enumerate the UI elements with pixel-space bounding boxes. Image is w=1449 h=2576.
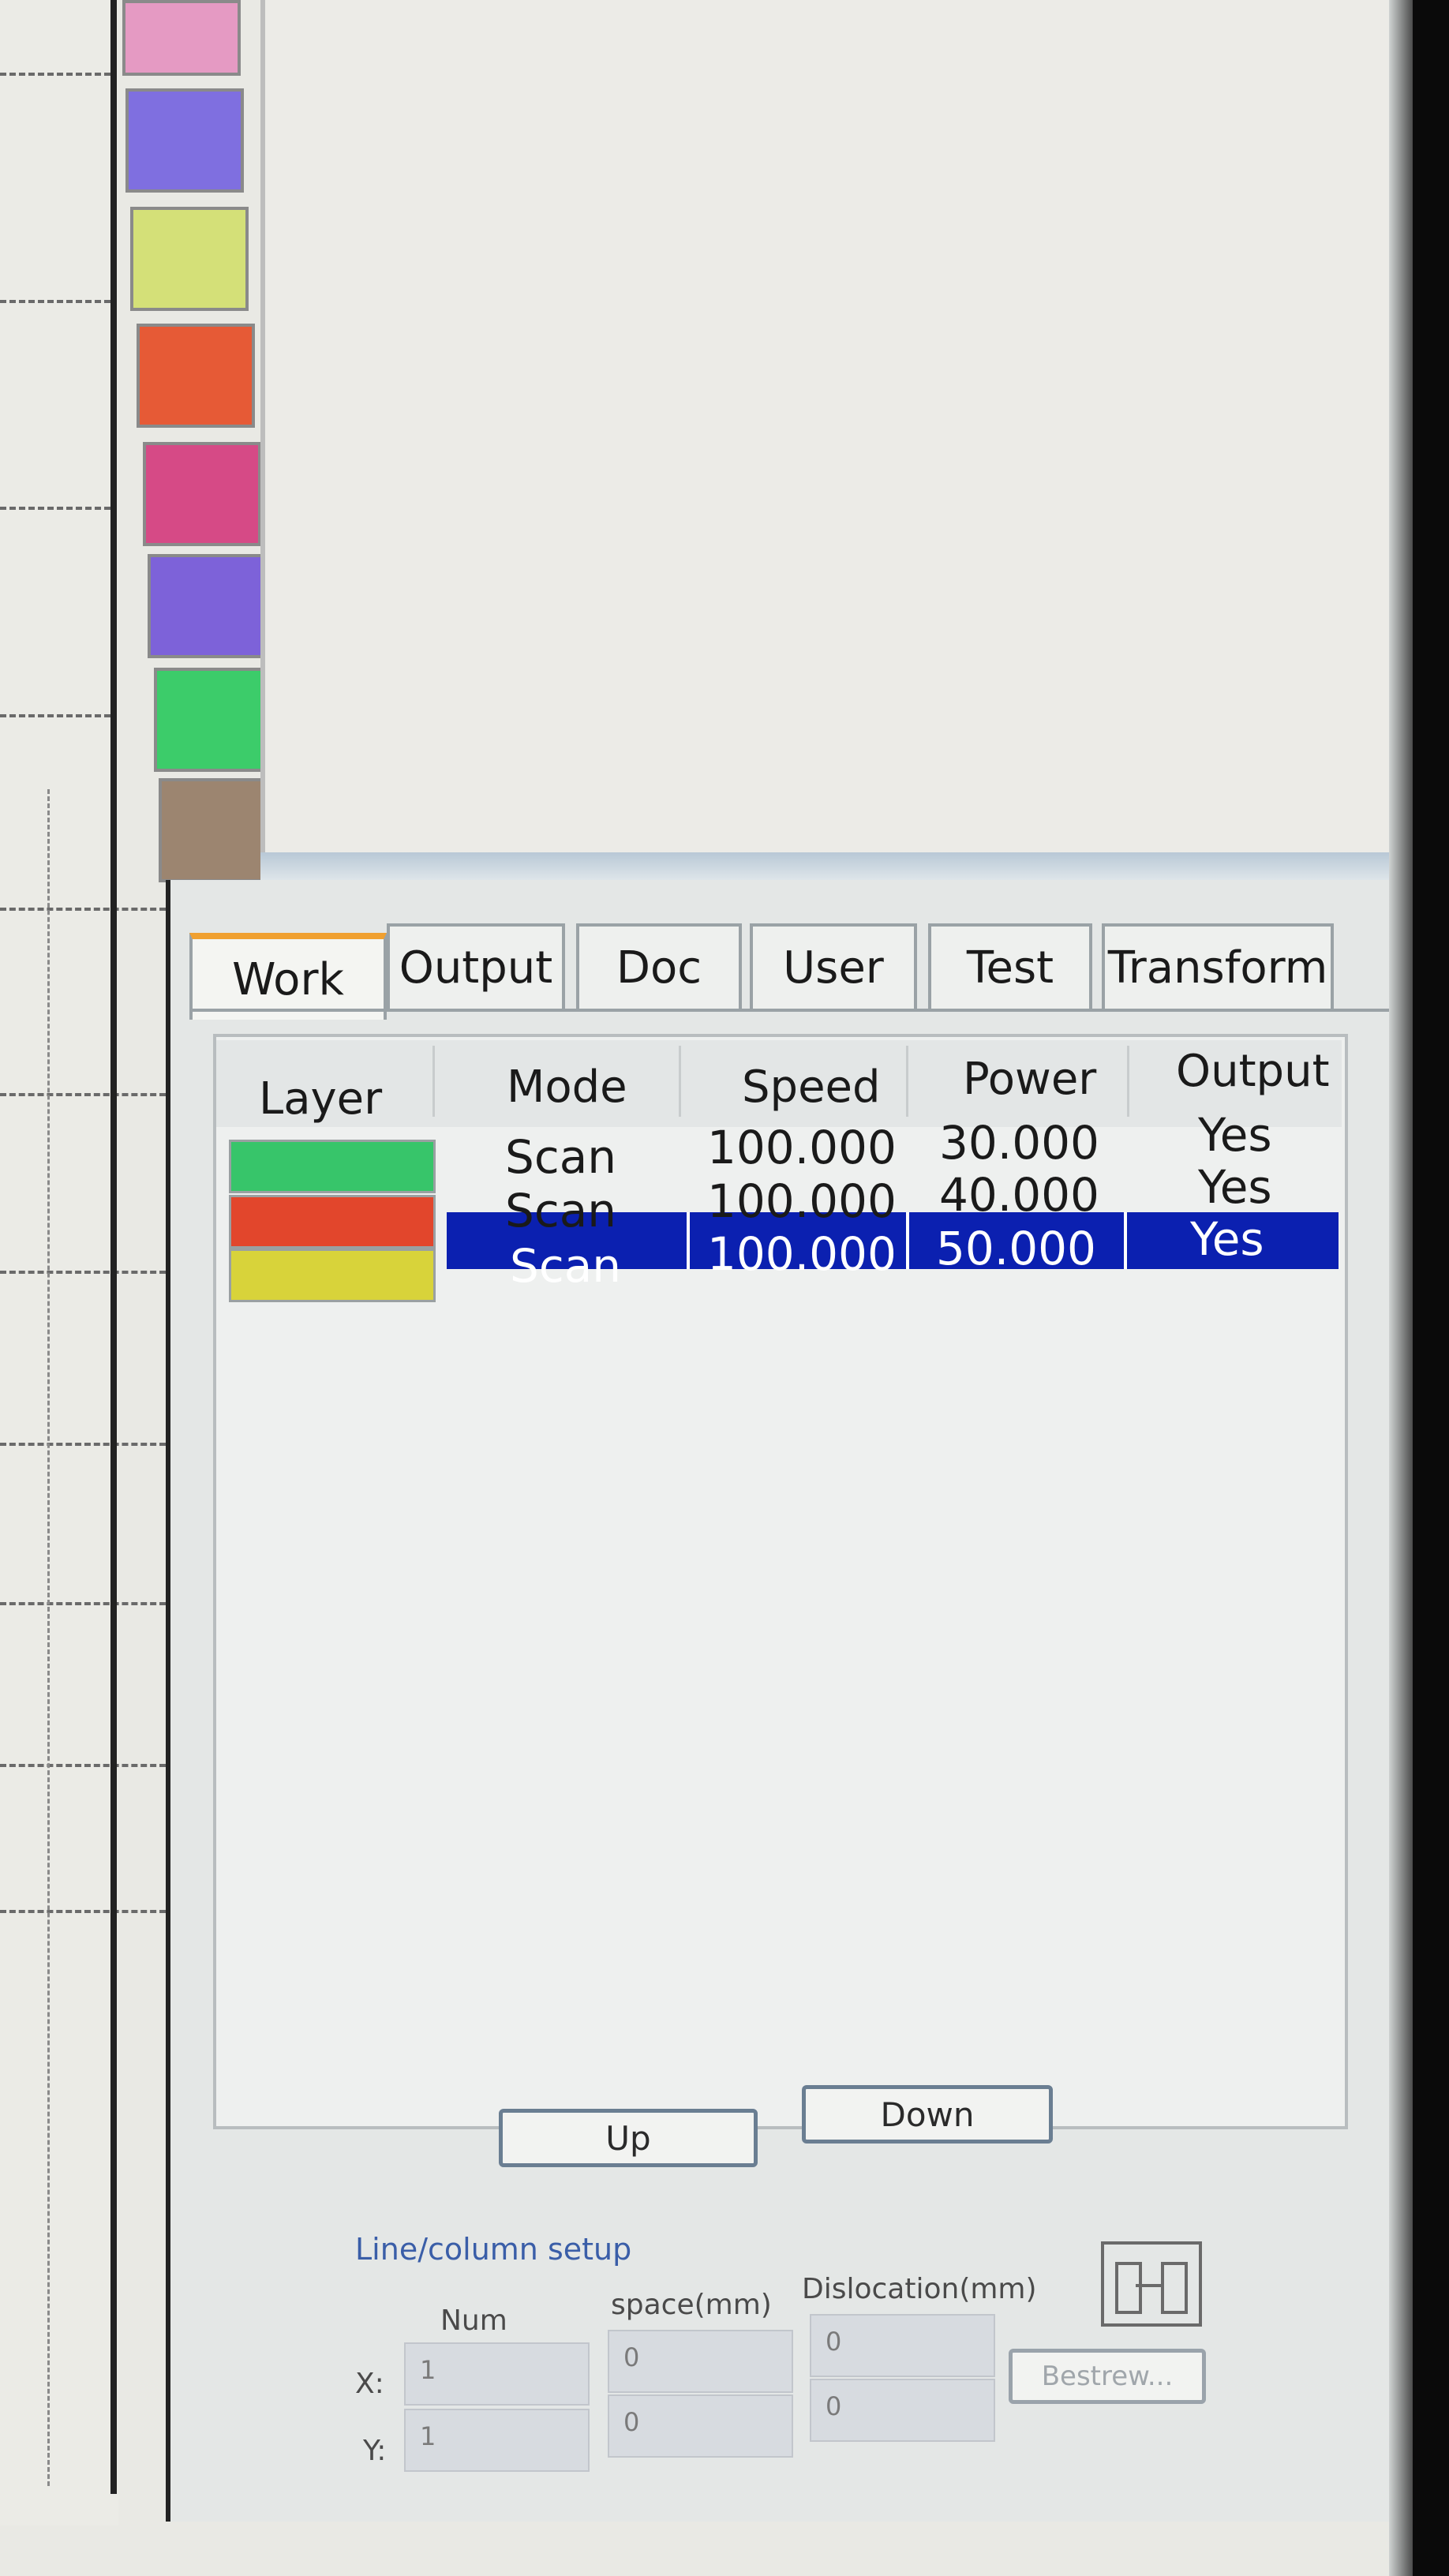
x-num-field[interactable]: 1 <box>404 2342 590 2406</box>
space-column-label: space(mm) <box>611 2289 772 2321</box>
column-header-output[interactable]: Output <box>1176 1046 1330 1097</box>
guide-line <box>47 789 50 2486</box>
tab-work[interactable]: Work <box>189 933 387 1020</box>
layer-color-swatch[interactable] <box>229 1249 436 1302</box>
tab-user[interactable]: User <box>750 923 917 1009</box>
table-cell-output[interactable]: Yes <box>1190 1212 1264 1266</box>
palette-color-swatch[interactable] <box>137 324 255 428</box>
column-header-speed[interactable]: Speed <box>742 1061 881 1113</box>
canvas-area[interactable] <box>0 0 118 2525</box>
bestrew-button[interactable]: Bestrew... <box>1009 2349 1206 2404</box>
table-cell-speed[interactable]: 100.000 <box>707 1227 897 1281</box>
table-cell-speed[interactable]: 100.000 <box>707 1174 897 1228</box>
move-up-button[interactable]: Up <box>499 2109 758 2167</box>
tab-doc[interactable]: Doc <box>576 923 742 1009</box>
tab-output[interactable]: Output <box>387 923 565 1009</box>
column-header-layer[interactable]: Layer <box>259 1073 382 1125</box>
palette-color-swatch[interactable] <box>125 88 244 193</box>
guide-line <box>0 1443 166 1446</box>
tab-divider <box>189 1009 1389 1012</box>
tab-transform[interactable]: Transform <box>1102 923 1334 1009</box>
dislocation-column-label: Dislocation(mm) <box>802 2273 1037 2305</box>
table-cell-power[interactable]: 50.000 <box>936 1222 1096 1275</box>
y-dislocation-field[interactable]: 0 <box>810 2379 995 2442</box>
column-spacing-icon <box>1101 2241 1202 2327</box>
canvas-border <box>110 0 117 2494</box>
x-axis-label: X: <box>355 2368 384 2400</box>
move-down-button[interactable]: Down <box>802 2085 1053 2144</box>
guide-line <box>0 1910 166 1913</box>
num-column-label: Num <box>440 2305 507 2337</box>
table-cell-output[interactable]: Yes <box>1198 1108 1272 1162</box>
x-space-field[interactable]: 0 <box>608 2330 793 2393</box>
guide-line <box>0 908 166 911</box>
table-cell-power[interactable]: 40.000 <box>939 1168 1099 1222</box>
table-cell-mode[interactable]: Scan <box>505 1130 616 1184</box>
palette-color-swatch[interactable] <box>148 554 266 658</box>
y-axis-label: Y: <box>363 2435 387 2467</box>
x-dislocation-field[interactable]: 0 <box>810 2314 995 2377</box>
column-separator <box>906 1212 909 1269</box>
table-cell-speed[interactable]: 100.000 <box>707 1121 897 1174</box>
guide-line <box>0 507 110 510</box>
y-space-field[interactable]: 0 <box>608 2394 793 2458</box>
y-num-field[interactable]: 1 <box>404 2409 590 2472</box>
column-separator <box>432 1046 435 1117</box>
table-cell-power[interactable]: 30.000 <box>939 1116 1099 1170</box>
monitor-bezel <box>1413 0 1449 2576</box>
palette-color-swatch[interactable] <box>143 442 261 546</box>
tab-test[interactable]: Test <box>928 923 1092 1009</box>
palette-color-swatch[interactable] <box>154 668 272 772</box>
monitor-edge <box>1389 0 1416 2576</box>
guide-line <box>0 300 110 303</box>
column-separator <box>1127 1046 1129 1117</box>
layer-color-swatch[interactable] <box>229 1140 436 1193</box>
guide-line <box>0 73 110 76</box>
palette-color-swatch[interactable] <box>122 0 241 76</box>
guide-line <box>0 714 110 717</box>
guide-line <box>0 1764 166 1767</box>
table-cell-mode[interactable]: Scan <box>505 1184 616 1237</box>
table-cell-mode[interactable]: Scan <box>510 1239 621 1293</box>
palette-color-swatch[interactable] <box>159 778 277 882</box>
guide-line <box>0 1093 166 1096</box>
palette-color-swatch[interactable] <box>130 207 249 311</box>
column-separator <box>687 1212 690 1269</box>
table-cell-output[interactable]: Yes <box>1198 1160 1272 1214</box>
column-separator <box>679 1046 681 1117</box>
layer-color-swatch[interactable] <box>229 1195 436 1249</box>
guide-line <box>0 1602 166 1605</box>
column-separator <box>906 1046 908 1117</box>
guide-line <box>0 1271 166 1274</box>
column-separator <box>1124 1212 1127 1269</box>
column-header-mode[interactable]: Mode <box>507 1061 627 1113</box>
line-column-setup-title: Line/column setup <box>355 2232 632 2267</box>
drawing-workspace[interactable] <box>260 0 1394 880</box>
column-header-power[interactable]: Power <box>963 1054 1096 1105</box>
workspace-edge <box>260 852 1389 881</box>
